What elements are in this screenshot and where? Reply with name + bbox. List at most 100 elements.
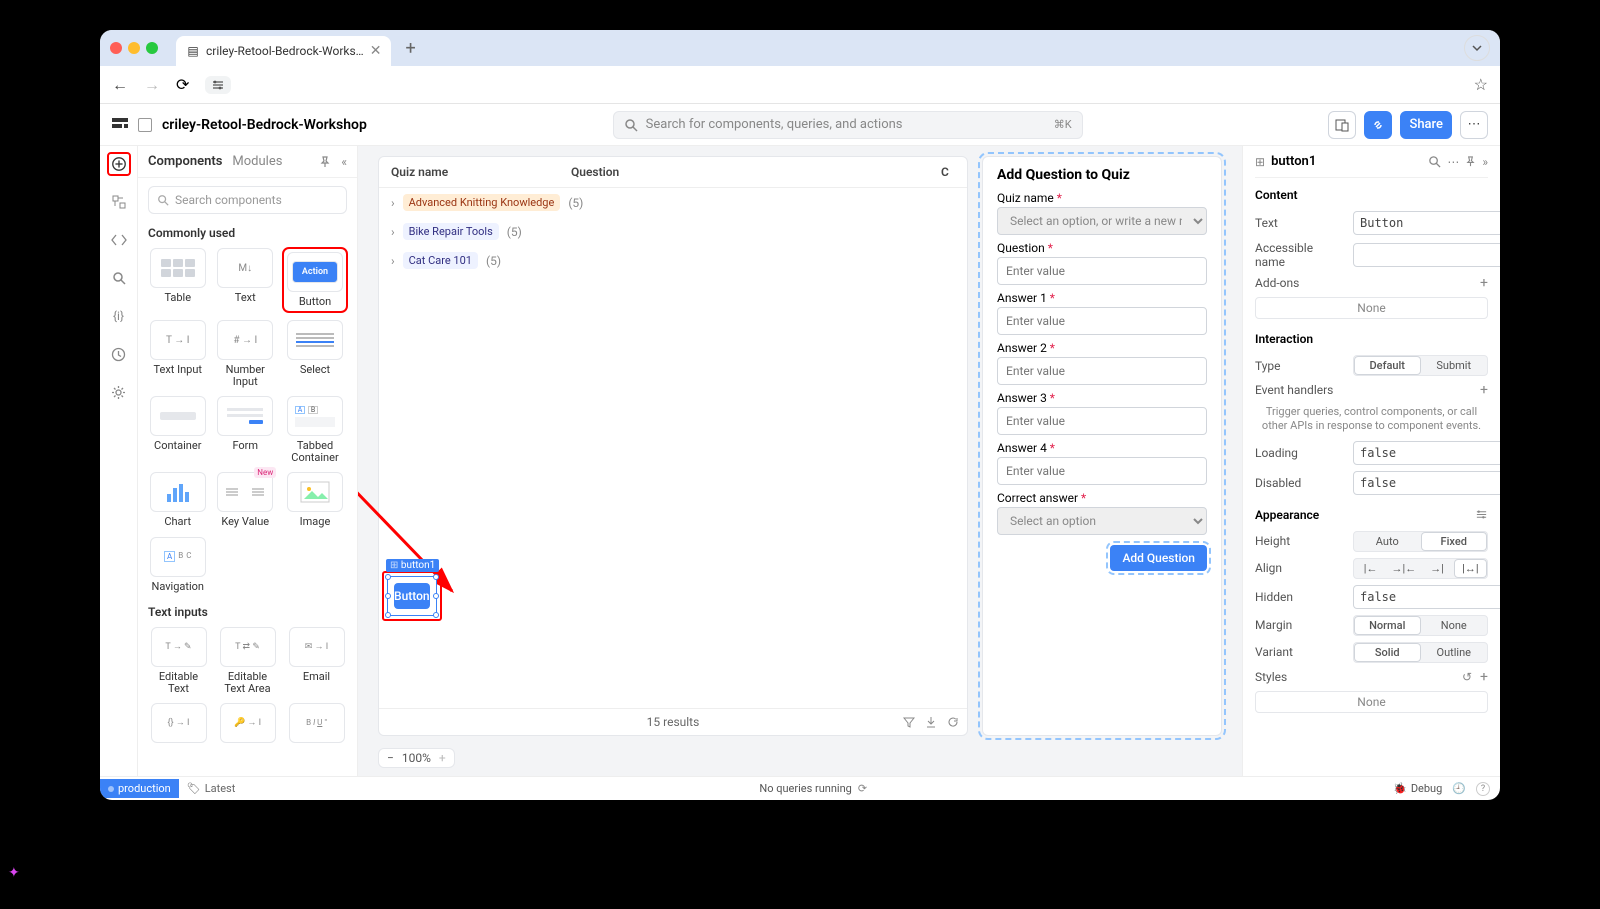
tab-overflow-button[interactable] — [1464, 35, 1490, 61]
expand-icon[interactable]: › — [391, 196, 395, 210]
close-window-icon[interactable] — [110, 42, 122, 54]
tab-components[interactable]: Components — [148, 154, 222, 169]
inspector-pin-icon[interactable] — [1465, 156, 1476, 167]
expand-icon[interactable]: › — [391, 225, 395, 239]
comp-keyvalue[interactable]: NewKey Value — [216, 472, 276, 528]
eventhandler-plus-icon[interactable]: + — [1480, 382, 1488, 398]
comp-table[interactable]: Table — [148, 248, 208, 312]
share-button[interactable]: Share — [1400, 111, 1452, 139]
quiz-name-select[interactable]: Select an option, or write a new name… — [997, 207, 1207, 235]
selected-component-wrap[interactable]: ⊞ button1 Button — [382, 571, 522, 621]
comp-image[interactable]: Image — [283, 472, 347, 528]
app-menu-icon[interactable] — [112, 118, 128, 132]
search-rail-icon[interactable] — [107, 266, 131, 290]
link-button[interactable] — [1364, 111, 1392, 139]
env-badge[interactable]: production — [100, 779, 179, 798]
correct-select[interactable]: Select an option — [997, 507, 1207, 535]
add-question-button[interactable]: Add Question — [1110, 545, 1207, 571]
comp-email[interactable]: ✉ → IEmail — [286, 627, 347, 695]
margin-segmented[interactable]: NormalNone — [1353, 615, 1488, 636]
styles-none[interactable]: None — [1255, 691, 1488, 713]
prop-hidden[interactable] — [1353, 585, 1500, 609]
align-right-icon[interactable]: →| — [1421, 559, 1454, 578]
addons-none[interactable]: None — [1255, 297, 1488, 319]
reload-icon[interactable]: ⟳ — [176, 75, 189, 94]
comp-text[interactable]: M↓Text — [216, 248, 276, 312]
height-segmented[interactable]: AutoFixed — [1353, 531, 1488, 552]
canvas[interactable]: Quiz name Question C ›Advanced Knitting … — [358, 146, 1242, 776]
back-icon[interactable]: ← — [112, 75, 128, 95]
align-stretch-icon[interactable]: |↔| — [1454, 559, 1487, 578]
answer2-input[interactable] — [997, 357, 1207, 385]
quiz-table-card[interactable]: Quiz name Question C ›Advanced Knitting … — [378, 156, 968, 736]
comp-tabbed-container[interactable]: ABTabbed Container — [283, 396, 347, 464]
col-c[interactable]: C — [941, 165, 955, 179]
site-settings-icon[interactable] — [205, 76, 231, 94]
zoom-out-icon[interactable]: − — [387, 751, 394, 765]
appearance-settings-icon[interactable] — [1475, 508, 1488, 521]
prop-loading[interactable] — [1353, 441, 1500, 465]
prop-accessible-input[interactable] — [1353, 243, 1500, 267]
comp-chart[interactable]: Chart — [148, 472, 208, 528]
add-question-form[interactable]: Add Question to Quiz Quiz name *Select a… — [982, 156, 1222, 736]
table-row[interactable]: ›Bike Repair Tools(5) — [379, 217, 967, 246]
close-tab-icon[interactable]: ✕ — [370, 43, 382, 59]
debug-button[interactable]: 🐞Debug — [1393, 782, 1442, 795]
clock-icon[interactable]: 🕘 — [1452, 782, 1466, 795]
comp-container[interactable]: Container — [148, 396, 208, 464]
inspector-component-name[interactable]: button1 — [1271, 154, 1316, 169]
expand-icon[interactable]: › — [391, 254, 395, 268]
comp-editable-text-area[interactable]: T ⇄ ✎Editable Text Area — [217, 627, 278, 695]
type-segmented[interactable]: DefaultSubmit — [1353, 355, 1488, 376]
maximize-window-icon[interactable] — [146, 42, 158, 54]
comp-button[interactable]: ActionButton — [283, 248, 347, 312]
prop-text-input[interactable] — [1353, 211, 1500, 235]
comp-text-input[interactable]: T → IText Input — [148, 320, 208, 388]
page-icon[interactable] — [138, 118, 152, 132]
add-component-rail-button[interactable] — [107, 152, 131, 176]
code-rail-icon[interactable] — [107, 228, 131, 252]
zoom-control[interactable]: − 100% + — [378, 748, 455, 768]
state-rail-icon[interactable]: {i} — [107, 304, 131, 328]
col-question[interactable]: Question — [571, 165, 941, 179]
table-row[interactable]: ›Advanced Knitting Knowledge(5) — [379, 188, 967, 217]
zoom-in-icon[interactable]: + — [439, 751, 446, 765]
browser-tab[interactable]: ▤ criley-Retool-Bedrock-Works… ✕ — [176, 36, 391, 66]
comp-navigation[interactable]: ABCNavigation — [148, 537, 208, 593]
question-input[interactable] — [997, 257, 1207, 285]
button1-component[interactable]: Button — [394, 583, 430, 609]
pin-icon[interactable] — [319, 156, 331, 168]
comp-rich-text[interactable]: B I U " — [286, 703, 347, 743]
history-rail-icon[interactable] — [107, 342, 131, 366]
bookmark-star-icon[interactable]: ☆ — [1474, 75, 1488, 94]
version-latest[interactable]: 🏷Latest — [179, 782, 244, 795]
window-controls[interactable] — [110, 42, 158, 54]
collapse-icon[interactable]: « — [341, 155, 347, 169]
forward-icon[interactable]: → — [144, 75, 160, 95]
comp-select[interactable]: Select — [283, 320, 347, 388]
addons-plus-icon[interactable]: + — [1480, 275, 1488, 291]
selection-outline[interactable]: Button — [387, 576, 437, 616]
align-left-icon[interactable]: |← — [1354, 559, 1387, 578]
inspector-more-icon[interactable]: ⋯ — [1447, 155, 1459, 169]
download-icon[interactable] — [925, 716, 937, 728]
tab-modules[interactable]: Modules — [232, 154, 282, 169]
component-search[interactable]: Search components — [148, 186, 347, 214]
more-menu-button[interactable]: ⋯ — [1460, 111, 1488, 139]
comp-password-input[interactable]: 🔑 → I — [217, 703, 278, 743]
align-segmented[interactable]: |← →|← →| |↔| — [1353, 558, 1488, 579]
inspector-collapse-icon[interactable]: » — [1482, 155, 1488, 169]
comp-form[interactable]: Form — [216, 396, 276, 464]
layers-rail-icon[interactable] — [107, 190, 131, 214]
responsive-preview-button[interactable] — [1328, 111, 1356, 139]
styles-reset-icon[interactable]: ↺ — [1462, 670, 1472, 684]
query-refresh-icon[interactable]: ⟳ — [858, 782, 867, 795]
prop-disabled[interactable] — [1353, 471, 1500, 495]
minimize-window-icon[interactable] — [128, 42, 140, 54]
table-row[interactable]: ›Cat Care 101(5) — [379, 246, 967, 275]
answer4-input[interactable] — [997, 457, 1207, 485]
comp-number-input[interactable]: # → INumber Input — [216, 320, 276, 388]
comp-json-input[interactable]: {} → I — [148, 703, 209, 743]
refresh-icon[interactable] — [947, 716, 959, 728]
command-search[interactable]: Search for components, queries, and acti… — [613, 111, 1083, 139]
